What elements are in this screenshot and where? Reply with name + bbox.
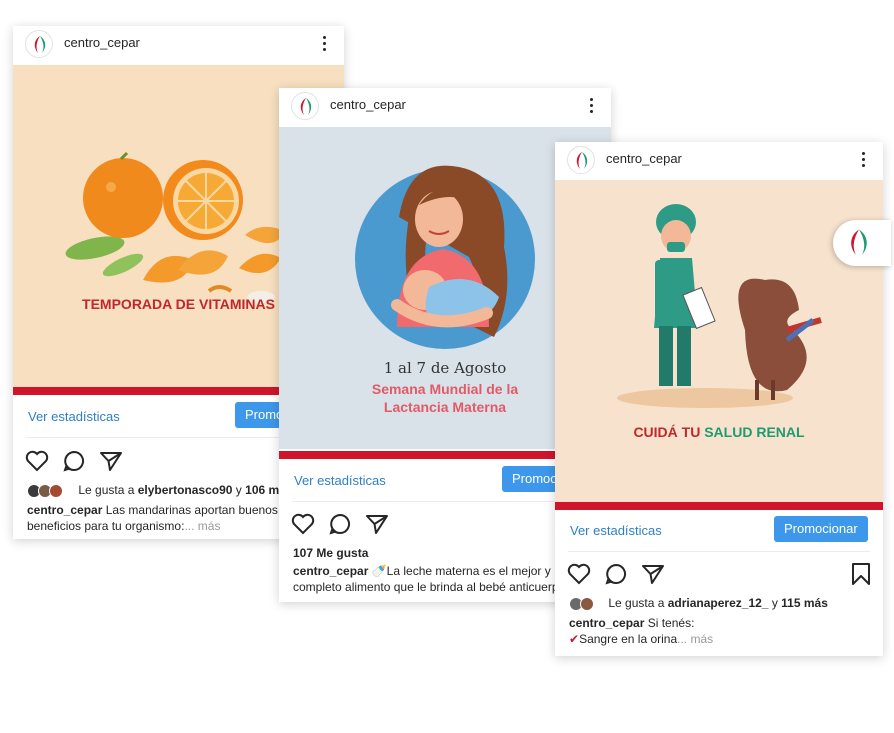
brand-badge xyxy=(833,220,891,266)
likes-summary: Le gusta a adrianaperez_12_ y 115 más xyxy=(569,596,828,611)
more-link[interactable]: ... más xyxy=(184,519,220,533)
heart-icon[interactable] xyxy=(25,450,49,472)
share-icon[interactable] xyxy=(99,450,123,472)
likes-summary: Le gusta a elybertonasco90 y 106 más xyxy=(27,483,293,498)
comment-icon[interactable] xyxy=(605,563,627,585)
heart-icon[interactable] xyxy=(291,513,315,535)
caption: centro_cepar Si tenés: ✔Sangre en la ori… xyxy=(569,616,714,646)
post-header: centro_cepar xyxy=(13,26,344,64)
liker-username[interactable]: elybertonasco90 xyxy=(138,483,233,497)
bookmark-icon[interactable] xyxy=(851,563,871,585)
promote-button[interactable]: Promocionar xyxy=(774,516,868,542)
caption: centro_cepar Las mandarinas aportan buen… xyxy=(27,503,278,533)
instagram-post-salud-renal: centro_cepar CUIDÁ TU SALUD RENAL Ver es… xyxy=(555,142,883,656)
comment-icon[interactable] xyxy=(63,450,85,472)
more-icon[interactable] xyxy=(318,34,330,54)
post-header: centro_cepar xyxy=(279,88,611,126)
avatar[interactable] xyxy=(567,146,595,174)
logo-icon xyxy=(300,98,312,115)
logo-icon xyxy=(851,229,867,255)
image-headline: CUIDÁ TU SALUD RENAL xyxy=(633,424,805,440)
brand-band xyxy=(555,502,883,510)
share-icon[interactable] xyxy=(365,513,389,535)
post-image: CUIDÁ TU SALUD RENAL xyxy=(555,180,883,502)
likes-count[interactable]: 107 Me gusta xyxy=(293,546,368,560)
username[interactable]: centro_cepar xyxy=(330,97,406,112)
username[interactable]: centro_cepar xyxy=(64,35,140,50)
divider xyxy=(292,501,598,502)
avatar[interactable] xyxy=(25,30,53,58)
view-stats-link[interactable]: Ver estadísticas xyxy=(570,523,662,538)
caption-username[interactable]: centro_cepar xyxy=(569,616,644,630)
logo-icon xyxy=(34,36,46,53)
caption: centro_cepar 🍼La leche materna es el mej… xyxy=(293,564,572,594)
caption-username[interactable]: centro_cepar xyxy=(27,503,102,517)
more-icon[interactable] xyxy=(585,96,597,116)
post-header: centro_cepar xyxy=(555,142,883,180)
caption-username[interactable]: centro_cepar xyxy=(293,564,368,578)
liker-avatars xyxy=(569,596,599,611)
liker-avatars xyxy=(27,483,69,498)
username[interactable]: centro_cepar xyxy=(606,151,682,166)
more-link[interactable]: ... más xyxy=(677,632,713,646)
likes-others[interactable]: 115 más xyxy=(781,596,828,610)
bottle-emoji: 🍼 xyxy=(371,564,387,578)
heart-icon[interactable] xyxy=(567,563,591,585)
liker-username[interactable]: adrianaperez_12_ xyxy=(668,596,769,610)
doctor-kidney-illustration xyxy=(617,204,822,408)
post-actions xyxy=(567,563,871,587)
avatar[interactable] xyxy=(291,92,319,120)
divider xyxy=(568,551,870,552)
view-stats-link[interactable]: Ver estadísticas xyxy=(294,473,386,488)
share-icon[interactable] xyxy=(641,563,665,585)
comment-icon[interactable] xyxy=(329,513,351,535)
logo-icon xyxy=(576,152,588,169)
checkmark-icon: ✔ xyxy=(569,632,580,646)
more-icon[interactable] xyxy=(857,150,869,170)
view-stats-link[interactable]: Ver estadísticas xyxy=(28,409,120,424)
